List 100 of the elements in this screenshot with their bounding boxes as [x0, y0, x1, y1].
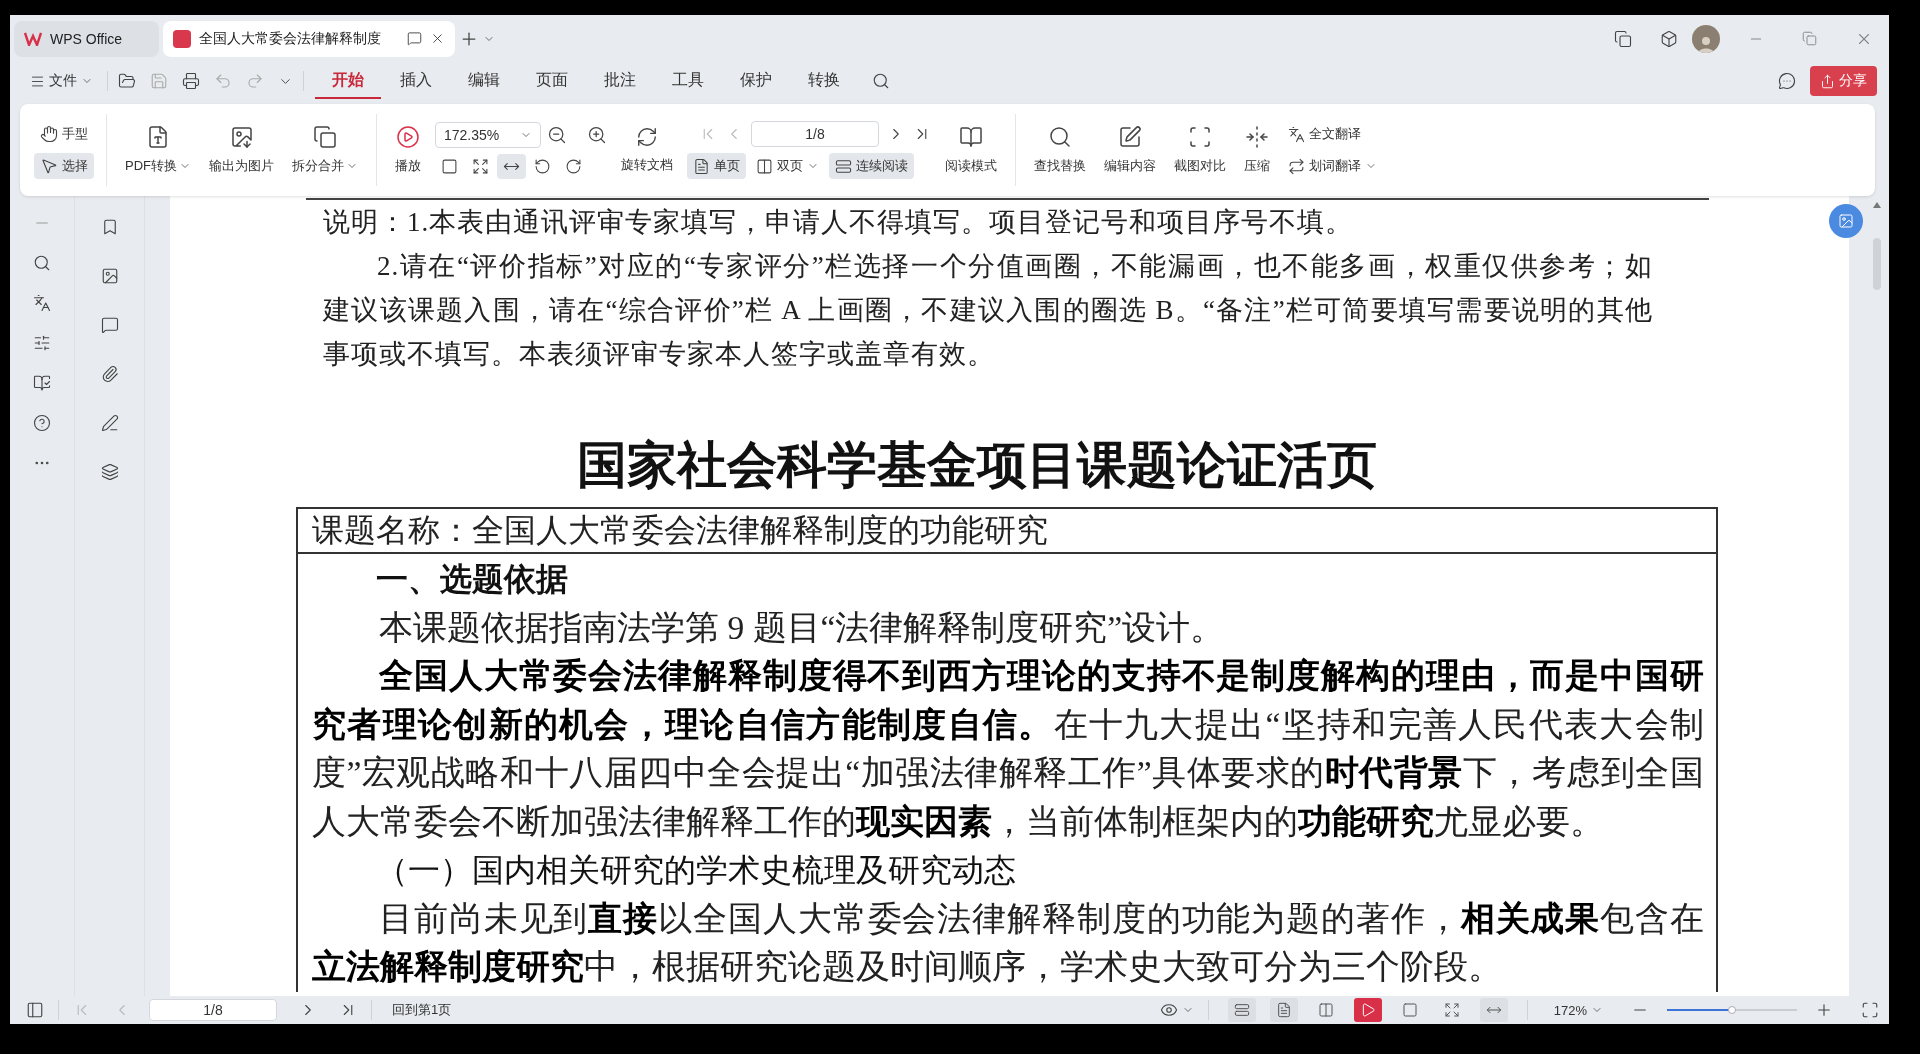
toolbar-button[interactable]: 编辑内容	[1098, 121, 1162, 179]
cube-icon[interactable]	[1660, 29, 1678, 48]
windows-icon[interactable]	[1614, 29, 1632, 48]
ribbon-tab[interactable]: 编辑	[451, 63, 517, 99]
note-text: 2.请在“评价指标”对应的“专家评分”栏选择一个分值画圈，不能漏画，也不能多画，权重仅供参考；如建议该课题入围，请在“综合评价”栏 A 上画圈，不建议入围的圈选 B。“备注”栏可简要填写需要说明的其他事项或不填写。本表须评审专家本人签字或盖章有效。	[323, 250, 1653, 371]
rotate-left-icon	[534, 157, 551, 175]
signature-icon[interactable]	[100, 414, 119, 432]
book-icon	[959, 125, 983, 149]
view-mode-button[interactable]: 双页	[750, 153, 825, 179]
attachment-icon[interactable]	[100, 365, 119, 383]
sidebar-toggle-icon[interactable]	[26, 1001, 44, 1019]
back-to-first-page-link[interactable]: 回到第1页	[392, 1001, 452, 1019]
ribbon-tab[interactable]: 页面	[519, 63, 585, 99]
view-button[interactable]	[497, 153, 526, 179]
ribbon-tab[interactable]: 工具	[655, 63, 721, 99]
paragraph: 全国人大常委会法律解释制度得不到西方理论的支持不是制度解构的理由，而是中国研究者理论创新的机会，理论自信方能制度自信。在十九大提出“坚持和完善人民代表大会制度”宏观战略和十八届四中全会提出“加强法律解释工作”具体要求的时代背景下，考虑到全国人大常委会不断加强法律解释工作的现实因素，当前体制框架内的功能研究尤显必要。	[312, 656, 1704, 842]
fit-page-icon	[472, 157, 489, 175]
print-icon[interactable]	[182, 72, 200, 90]
view-button[interactable]	[1353, 998, 1382, 1022]
image-icon	[1838, 213, 1854, 229]
zoom-in-icon[interactable]	[587, 124, 607, 145]
layers-icon[interactable]	[100, 463, 119, 481]
scrollbar-thumb[interactable]	[1873, 238, 1881, 290]
zoom-field[interactable]: 172.35%	[435, 121, 541, 148]
fit-page-icon	[1443, 1002, 1460, 1018]
rotate-right-icon	[565, 157, 582, 175]
rotate-button[interactable]: 旋转文档	[615, 122, 679, 178]
toolbar-button[interactable]: PDF转换	[119, 121, 197, 179]
comment-icon[interactable]	[407, 31, 422, 46]
toolbar-button[interactable]: 输出为图片	[203, 121, 280, 179]
zoom-out-icon[interactable]	[547, 124, 567, 145]
note-text: 说明：1.本表由通讯评审专家填写，申请人不得填写。项目登记号和项目序号不填。	[323, 206, 1355, 239]
view-mode-button[interactable]: 单页	[687, 153, 746, 179]
menu-icon	[30, 73, 45, 89]
ribbon-tab[interactable]: 插入	[383, 63, 449, 99]
tab[interactable]: 全国人大常委会法律解释制度	[163, 20, 455, 57]
actual-size-icon	[441, 157, 458, 175]
view-button[interactable]	[1269, 998, 1298, 1022]
sliders-icon[interactable]	[33, 334, 51, 352]
double-page-icon	[756, 157, 773, 175]
page-field[interactable]: 1/8	[751, 121, 879, 147]
book-search-icon[interactable]	[33, 374, 51, 392]
image-icon	[229, 125, 254, 149]
translate-icon[interactable]	[33, 294, 51, 312]
close-icon[interactable]	[430, 31, 445, 46]
file-menu[interactable]: 文件	[26, 68, 97, 94]
hand-icon	[40, 125, 58, 143]
toolbar-button[interactable]: 拆分合并	[286, 121, 364, 179]
compress-icon	[1245, 125, 1269, 149]
document-icon	[146, 125, 170, 149]
rotate-icon	[636, 126, 658, 148]
toolbar-button[interactable]: 压缩	[1238, 121, 1276, 179]
tool-button[interactable]: 选择	[34, 153, 94, 179]
zoom-text[interactable]: 172%	[1553, 1002, 1587, 1018]
continuous-icon	[1233, 1002, 1250, 1018]
continuous-icon	[835, 157, 852, 175]
section-heading: 一、选题依据	[375, 560, 569, 599]
avatar[interactable]	[1692, 24, 1720, 53]
ribbon-tab[interactable]: 开始	[315, 63, 381, 99]
convert-float-button[interactable]	[1829, 204, 1863, 238]
document-title: 国家社会科学基金项目课题论证活页	[575, 436, 1378, 495]
help-icon[interactable]	[33, 414, 51, 432]
view-button[interactable]	[1227, 998, 1256, 1022]
translate-button[interactable]: 全文翻译	[1282, 121, 1383, 147]
play-button[interactable]: 播放	[389, 121, 427, 179]
reading-mode-button[interactable]: 阅读模式	[939, 121, 1003, 179]
single-page-icon	[693, 157, 710, 175]
ribbon-tab[interactable]: 保护	[723, 63, 789, 99]
comment-icon[interactable]	[100, 316, 119, 334]
subsection-heading: （一）国内相关研究的学术史梳理及研究动态	[375, 851, 1017, 890]
share-icon	[1820, 73, 1835, 89]
folder-icon[interactable]	[118, 72, 136, 90]
translate-button[interactable]: 划词翻译	[1282, 153, 1383, 179]
search-icon[interactable]	[33, 254, 51, 272]
paragraph: 本课题依据指南法学第 9 题目“法律解释制度研究”设计。	[378, 607, 1226, 648]
crop-icon	[1188, 125, 1212, 149]
ribbon-tab[interactable]: 转换	[791, 63, 857, 99]
scroll-up-icon[interactable]	[1873, 202, 1881, 208]
search-icon[interactable]	[872, 72, 890, 90]
page-field[interactable]: 1/8	[149, 999, 277, 1021]
toolbar-button[interactable]: 查找替换	[1028, 121, 1092, 179]
chat-icon[interactable]	[1778, 72, 1796, 90]
wps-logo-icon	[24, 31, 42, 46]
translate-icon	[1288, 125, 1305, 143]
double-page-icon	[1317, 1002, 1334, 1018]
fullscreen-icon[interactable]	[1861, 1001, 1879, 1019]
actual-size-icon	[1401, 1002, 1418, 1018]
view-mode-button[interactable]: 连续阅读	[829, 153, 914, 179]
toolbar-button[interactable]: 截图对比	[1168, 121, 1232, 179]
translate-icon	[1288, 157, 1305, 175]
paragraph: 目前尚未见到直接以全国人大常委会法律解释制度的功能为题的著作，相关成果包含在立法解释制度研究中，根据研究论题及时间顺序，学术史大致可分为三个阶段。	[312, 898, 1704, 987]
share-button[interactable]: 分享	[1810, 66, 1877, 96]
pages-icon	[313, 125, 337, 149]
eye-icon[interactable]	[1159, 1001, 1178, 1019]
single-page-icon	[1275, 1002, 1292, 1018]
thumbnail-icon[interactable]	[100, 267, 119, 285]
topic-cell: 课题名称：全国人大常委会法律解释制度的功能研究	[298, 509, 1716, 554]
tool-button[interactable]: 手型	[34, 121, 94, 147]
tab[interactable]: WPS Office	[14, 20, 159, 57]
ribbon-tab[interactable]: 批注	[587, 63, 653, 99]
